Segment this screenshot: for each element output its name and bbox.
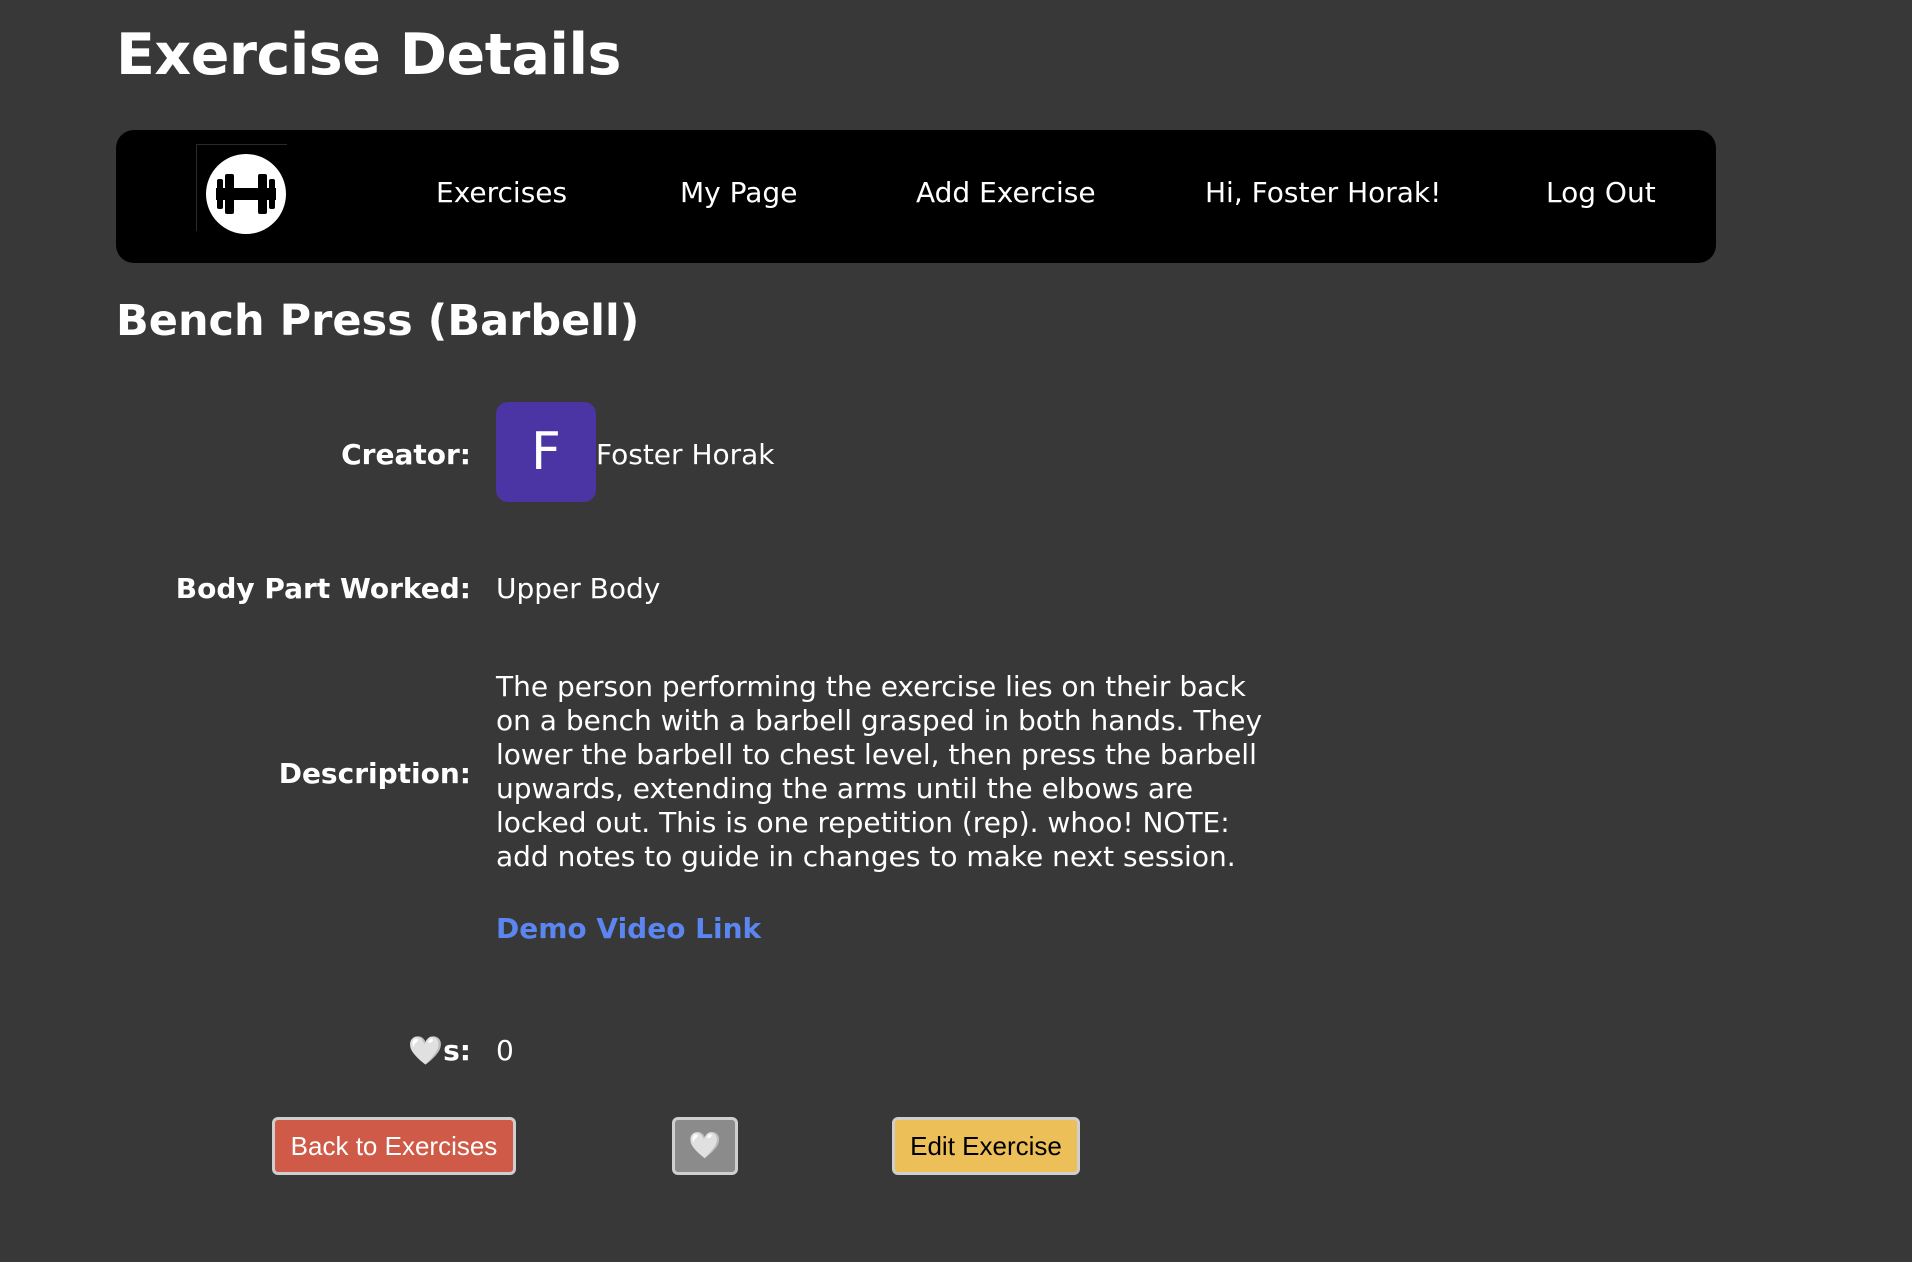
exercise-details-page: Exercise Details Exercises My Page Add E… [0,0,1912,1262]
body-part-label: Body Part Worked: [175,572,471,605]
nav-exercises-link[interactable]: Exercises [436,176,567,209]
back-to-exercises-button[interactable]: Back to Exercises [272,1117,516,1175]
nav-logout-link[interactable]: Log Out [1546,176,1656,209]
heart-icon: 🤍 [408,1034,444,1067]
creator-name: Foster Horak [596,438,775,471]
body-part-value: Upper Body [496,572,661,605]
demo-video-link[interactable]: Demo Video Link [496,912,761,945]
exercise-name: Bench Press (Barbell) [116,296,640,346]
edit-exercise-button[interactable]: Edit Exercise [892,1117,1080,1175]
nav-add-exercise-link[interactable]: Add Exercise [916,176,1096,209]
nav-my-page-link[interactable]: My Page [680,176,797,209]
likes-label: 🤍s: [408,1034,471,1067]
nav-greeting[interactable]: Hi, Foster Horak! [1205,176,1441,209]
likes-label-suffix: s: [443,1034,471,1067]
heart-icon: 🤍 [688,1131,722,1161]
description-label: Description: [278,757,471,790]
description-text: The person performing the exercise lies … [496,670,1263,873]
page-title: Exercise Details [116,22,621,88]
creator-avatar: F [496,402,596,502]
creator-initial: F [531,422,561,482]
likes-count: 0 [496,1034,514,1067]
creator-label: Creator: [341,438,471,471]
dumbbell-icon[interactable] [206,154,286,234]
like-button[interactable]: 🤍 [672,1117,738,1175]
